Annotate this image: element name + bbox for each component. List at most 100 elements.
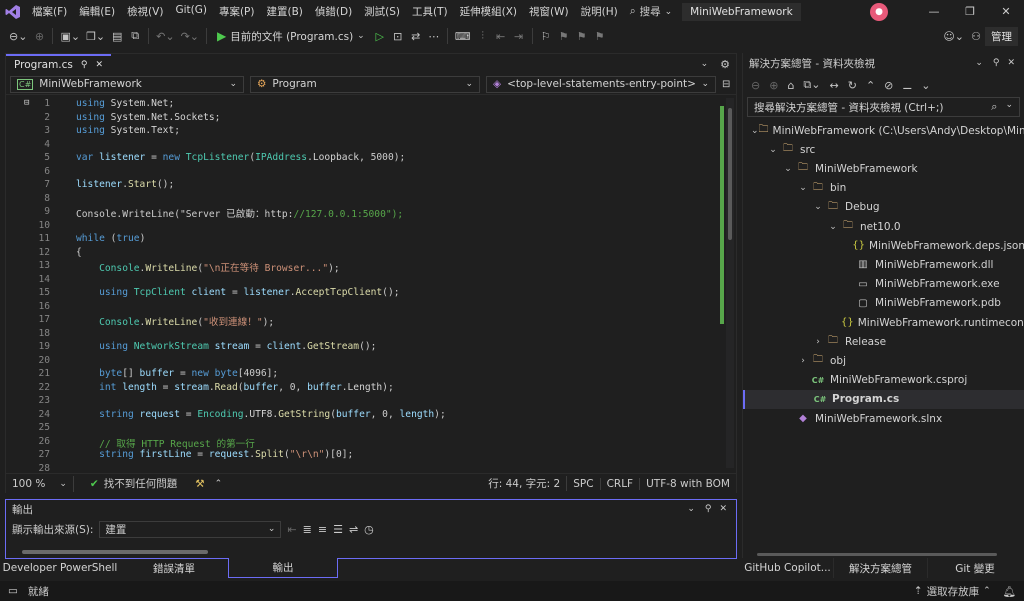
code-line[interactable]: 28 xyxy=(6,463,726,474)
close-icon[interactable]: ✕ xyxy=(95,60,103,70)
back-icon[interactable]: ⊖ xyxy=(751,79,760,92)
issues-indicator[interactable]: ✔ 找不到任何問題 xyxy=(74,476,189,491)
comment-icon[interactable]: ⌨ xyxy=(452,26,474,46)
tab-error-list[interactable]: 錯誤清單 xyxy=(120,558,228,578)
menu-item[interactable]: 專案(P) xyxy=(213,4,261,19)
tree-item[interactable]: ▥ MiniWebFramework.dll xyxy=(743,255,1024,274)
tree-item[interactable]: ▢ MiniWebFramework.pdb xyxy=(743,294,1024,313)
menu-item[interactable]: Git(G) xyxy=(169,4,213,19)
code-line[interactable]: 5 var listener = new TcpListener(IPAddres… xyxy=(6,152,726,166)
cursor-position[interactable]: 行: 44, 字元: 2 xyxy=(482,476,568,491)
menu-item[interactable]: 檔案(F) xyxy=(26,4,73,19)
class-dropdown[interactable]: ⚙ Program ⌄ xyxy=(250,75,480,93)
tree-item[interactable]: ⌄ 🗀︎ net10.0 xyxy=(743,217,1024,236)
tab-github-copilot[interactable]: GitHub Copilot... xyxy=(742,558,834,578)
menu-item[interactable]: 檢視(V) xyxy=(121,4,169,19)
tree-item[interactable]: ⌄ 🗀︎ MiniWebFramework xyxy=(743,159,1024,178)
close-icon[interactable]: ✕ xyxy=(716,504,730,514)
redo-icon[interactable]: ↷⌄ xyxy=(178,26,202,46)
zoom-dropdown[interactable]: 100 % ⌄ xyxy=(6,475,74,492)
code-line[interactable]: 17 Console.WriteLine("收到連線！"); xyxy=(6,314,726,328)
code-line[interactable]: 2 using System.Net.Sockets; xyxy=(6,112,726,126)
browse-icon[interactable]: ⊡ xyxy=(389,26,407,46)
forward-icon[interactable]: ⊕ xyxy=(769,79,778,92)
run-button[interactable]: ▶ 目前的文件 (Program.cs) ⌄ xyxy=(211,26,371,46)
clear-bookmarks-icon[interactable]: ⚑ xyxy=(591,26,609,46)
outdent-icon[interactable]: ⇤ xyxy=(492,26,510,46)
code-line[interactable]: 11 while (true) xyxy=(6,233,726,247)
tree-item[interactable]: {} MiniWebFramework.deps.json xyxy=(743,236,1024,255)
code-line[interactable]: 23 xyxy=(6,395,726,409)
tree-horizontal-scrollbar[interactable] xyxy=(757,551,1007,557)
restore-icon[interactable]: ❐ xyxy=(952,5,988,18)
chevron-down-icon[interactable]: ⌄ xyxy=(751,126,759,136)
tree-item[interactable]: ◆ MiniWebFramework.slnx xyxy=(743,409,1024,428)
tab-list-dropdown-icon[interactable]: ⌄ xyxy=(695,54,715,74)
vertical-scrollbar[interactable] xyxy=(726,98,734,468)
go-to-previous-icon[interactable]: ≣ xyxy=(303,523,312,536)
pin-icon[interactable]: ⚲ xyxy=(700,504,717,514)
split-editor-icon[interactable]: ⊟ xyxy=(722,79,730,90)
tab-output[interactable]: 輸出 xyxy=(228,558,338,578)
code-line[interactable]: 27 string firstLine = request.Split("\r\… xyxy=(6,449,726,463)
code-line[interactable]: 21 byte[] buffer = new byte[4096]; xyxy=(6,368,726,382)
tree-item[interactable]: ⌄ 🗀︎ Debug xyxy=(743,198,1024,217)
tree-item[interactable]: C# MiniWebFramework.csproj xyxy=(743,371,1024,390)
hot-reload-icon[interactable]: ⇄ xyxy=(407,26,425,46)
settings-gear-icon[interactable]: ⚙ xyxy=(714,54,736,74)
code-line[interactable]: 3 using System.Text; xyxy=(6,125,726,139)
code-line[interactable]: 10 xyxy=(6,220,726,234)
live-share-icon[interactable]: ⚇ xyxy=(967,26,985,46)
code-line[interactable]: 18 xyxy=(6,328,726,342)
chevron-down-icon[interactable]: ⌄ xyxy=(796,183,810,193)
select-repo-button[interactable]: 選取存放庫 ⌃ xyxy=(927,584,995,599)
code-line[interactable]: 12 { xyxy=(6,247,726,261)
encoding-indicator[interactable]: UTF-8 with BOM xyxy=(640,478,736,490)
notifications-icon[interactable]: 🔔︎ xyxy=(995,585,1024,598)
code-line[interactable]: 25 xyxy=(6,422,726,436)
chevron-up-icon[interactable]: ⌃ xyxy=(211,479,227,489)
save-all-icon[interactable]: ⧉ xyxy=(126,26,144,46)
whitespace-indicator[interactable]: SPC xyxy=(567,477,601,490)
more-icon[interactable]: ⋯ xyxy=(425,26,443,46)
menu-item[interactable]: 建置(B) xyxy=(260,4,308,19)
copilot-icon[interactable]: ☺⌄ xyxy=(940,26,967,46)
menu-item[interactable]: 偵錯(D) xyxy=(309,4,358,19)
find-in-output-icon[interactable]: ⇤ xyxy=(287,523,296,536)
tree-item[interactable]: › 🗀︎ obj xyxy=(743,351,1024,370)
search-menu[interactable]: ⌕ 搜尋 ⌄ xyxy=(624,4,678,19)
run-without-debug-icon[interactable]: ▷ xyxy=(371,26,389,46)
project-dropdown[interactable]: C# MiniWebFramework ⌄ xyxy=(10,75,244,93)
chevron-down-icon[interactable]: ⌄ xyxy=(781,164,795,174)
navigate-back-icon[interactable]: ⊖⌄ xyxy=(6,26,30,46)
pin-icon[interactable]: ⚲ xyxy=(81,60,88,70)
switch-views-icon[interactable]: ⧉⌄ xyxy=(803,78,820,92)
code-line[interactable]: 8 xyxy=(6,193,726,207)
tree-item[interactable]: ▭ MiniWebFramework.exe xyxy=(743,275,1024,294)
chevron-down-icon[interactable]: ⌄ xyxy=(826,222,840,232)
code-line[interactable]: 14 xyxy=(6,274,726,288)
home-icon[interactable]: ⌂ xyxy=(787,79,794,92)
new-file-icon[interactable]: ❒⌄ xyxy=(83,26,108,46)
tab-git-changes[interactable]: Git 變更 xyxy=(928,558,1022,578)
bookmark-icon[interactable]: ⚐ xyxy=(537,26,555,46)
code-line[interactable]: 15 using TcpClient client = listener.Acc… xyxy=(6,287,726,301)
avatar[interactable]: ● xyxy=(870,2,888,21)
menu-item[interactable]: 說明(H) xyxy=(575,4,624,19)
code-editor[interactable]: ⊟ 1 using System.Net; 2 using System.Net.So… xyxy=(6,96,736,473)
code-line[interactable]: 4 xyxy=(6,139,726,153)
tab-solution-explorer[interactable]: 解決方案總管 xyxy=(834,558,928,578)
chevron-down-icon[interactable]: ⌄ xyxy=(766,145,780,155)
collapse-all-icon[interactable]: ⌃ xyxy=(866,79,875,92)
scrollbar-thumb[interactable] xyxy=(728,108,732,240)
tree-item[interactable]: C# Program.cs xyxy=(743,389,1024,409)
next-bookmark-icon[interactable]: ⚑ xyxy=(573,26,591,46)
menu-item[interactable]: 編輯(E) xyxy=(73,4,121,19)
manage-button[interactable]: 管理 xyxy=(985,26,1018,46)
code-line[interactable]: 26 // 取得 HTTP Request 的第一行 xyxy=(6,436,726,450)
tree-item[interactable]: ⌄ 🗀︎ src xyxy=(743,140,1024,159)
code-line[interactable]: 1 using System.Net; xyxy=(6,98,726,112)
sync-icon[interactable]: ↔ xyxy=(830,79,839,92)
code-line[interactable]: 6 xyxy=(6,166,726,180)
scrollbar-thumb[interactable] xyxy=(757,553,997,556)
